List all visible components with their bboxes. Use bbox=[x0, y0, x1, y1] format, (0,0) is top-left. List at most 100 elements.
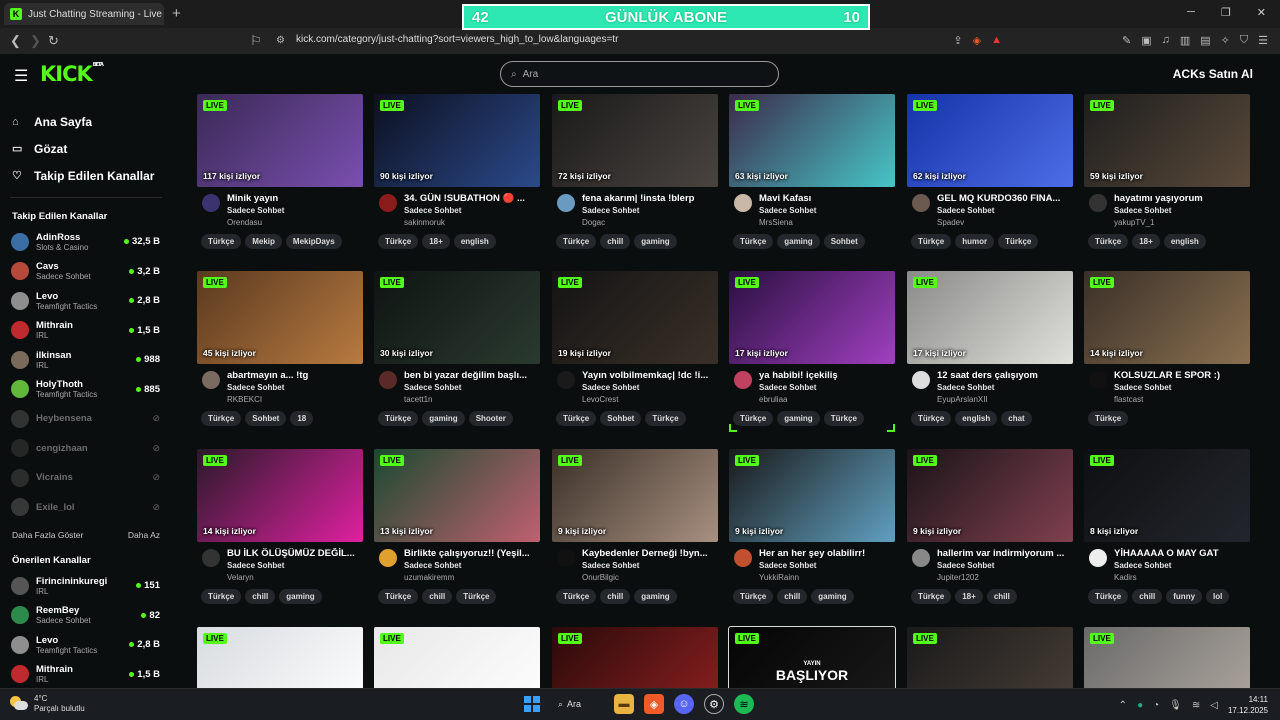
stream-category[interactable]: Sadece Sohbet bbox=[582, 206, 718, 215]
network-icon[interactable]: ◔ bbox=[1153, 700, 1159, 711]
stream-title[interactable]: 12 saat ders çalışıyom bbox=[937, 370, 1073, 381]
stream-thumbnail[interactable]: LIVE 14 kişi izliyor bbox=[197, 449, 363, 542]
stream-thumbnail[interactable]: LIVE 17 kişi izliyor bbox=[729, 271, 895, 364]
stream-thumbnail[interactable]: LIVE 9 kişi izliyor bbox=[907, 449, 1073, 542]
tag-chip[interactable]: MekipDays bbox=[285, 234, 342, 249]
tag-chip[interactable]: Türkçe bbox=[911, 411, 952, 426]
stream-category[interactable]: Sadece Sohbet bbox=[227, 383, 363, 392]
stream-card[interactable]: LIVE 17 kişi izliyor 12 saat ders çalışıyo… bbox=[907, 271, 1073, 426]
stream-title[interactable]: Birlikte çalışıyoruz!! (Yeşil... bbox=[404, 548, 540, 559]
stream-category[interactable]: Sadece Sohbet bbox=[404, 206, 540, 215]
stream-card[interactable]: LIVE 8 kişi izliyor YİHAAAAA O MAY GAT Sade… bbox=[1084, 449, 1250, 604]
stream-title[interactable]: hallerim var indirmiyorum ... bbox=[937, 548, 1073, 559]
stream-thumbnail[interactable]: LIVE 62 kişi izliyor bbox=[907, 94, 1073, 187]
stream-category[interactable]: Sadece Sohbet bbox=[937, 206, 1073, 215]
minimize-button[interactable]: ─ bbox=[1187, 6, 1195, 19]
streamer-name[interactable]: RKBEKCI bbox=[227, 395, 363, 404]
clock[interactable]: 14:11 17.12.2025 bbox=[1228, 694, 1268, 716]
stream-category[interactable]: Sadece Sohbet bbox=[582, 383, 718, 392]
wifi-icon[interactable]: ≋ bbox=[1192, 700, 1200, 711]
extensions-icon[interactable]: ✎ bbox=[1122, 34, 1131, 47]
discord-icon[interactable]: ☺ bbox=[674, 694, 694, 714]
stream-category[interactable]: Sadece Sohbet bbox=[227, 206, 363, 215]
kick-logo[interactable]: KICKBETA bbox=[40, 62, 104, 86]
stream-title[interactable]: YİHAAAAA O MAY GAT bbox=[1114, 548, 1250, 559]
stream-card[interactable]: LIVE 9 kişi izliyor Kaybedenler Derneği !b… bbox=[552, 449, 718, 604]
recommended-channel-mithrain[interactable]: Mithrain IRL 1,5 B bbox=[0, 660, 172, 689]
stream-title[interactable]: abartmayın a... !tg bbox=[227, 370, 363, 381]
tag-chip[interactable]: english bbox=[453, 234, 496, 249]
url-input[interactable]: kick.com/category/just-chatting?sort=vie… bbox=[296, 34, 618, 45]
brave-browser-icon[interactable]: ◈ bbox=[644, 694, 664, 714]
streamer-avatar[interactable] bbox=[379, 549, 397, 567]
followed-channel-holythoth[interactable]: HolyThoth Teamfight Tactics 885 bbox=[0, 375, 172, 405]
menu-icon[interactable]: ☰ bbox=[1258, 34, 1268, 47]
tag-chip[interactable]: gaming bbox=[777, 234, 820, 249]
streamer-name[interactable]: tacett1n bbox=[404, 395, 540, 404]
streamer-name[interactable]: ebruliaa bbox=[759, 395, 895, 404]
stream-thumbnail[interactable]: LIVE 72 kişi izliyor bbox=[552, 94, 718, 187]
recommended-channel-firincininkuregi[interactable]: Firincininkuregi IRL 151 bbox=[0, 571, 172, 601]
stream-thumbnail[interactable]: LIVE 13 kişi izliyor bbox=[374, 449, 540, 542]
screenshot-icon[interactable]: ▣ bbox=[1141, 34, 1151, 47]
stream-thumbnail[interactable]: LIVE 14 kişi izliyor bbox=[1084, 271, 1250, 364]
offline-channel-heybensena[interactable]: Heybensena ⊘ bbox=[0, 404, 172, 434]
streamer-avatar[interactable] bbox=[1089, 371, 1107, 389]
weather-widget[interactable]: 4°C Parçalı bulutlu bbox=[10, 694, 85, 714]
tag-chip[interactable]: Türkçe bbox=[733, 411, 774, 426]
stream-title[interactable]: ben bi yazar değilim başlı... bbox=[404, 370, 540, 381]
site-settings-icon[interactable]: ⚙ bbox=[276, 35, 285, 46]
stream-category[interactable]: Sadece Sohbet bbox=[937, 383, 1073, 392]
tag-chip[interactable]: Sohbet bbox=[823, 234, 865, 249]
show-more-button[interactable]: Daha Fazla Göster bbox=[12, 530, 83, 540]
nav-home[interactable]: ⌂ Ana Sayfa bbox=[12, 108, 172, 135]
tag-chip[interactable]: Türkçe bbox=[556, 234, 597, 249]
streamer-name[interactable]: Dogac bbox=[582, 218, 718, 227]
streamer-name[interactable]: sakinmoruk bbox=[404, 218, 540, 227]
stream-card[interactable]: LIVE 62 kişi izliyor GEL MQ KURDO360 FINA.… bbox=[907, 94, 1073, 249]
new-tab-button[interactable]: + bbox=[172, 5, 181, 22]
ai-icon[interactable]: ✧ bbox=[1221, 34, 1230, 47]
streamer-name[interactable]: Velaryn bbox=[227, 573, 363, 582]
tag-chip[interactable]: chat bbox=[1001, 411, 1032, 426]
streamer-name[interactable]: flastcast bbox=[1114, 395, 1250, 404]
stream-title[interactable]: Yayın volbilmemkaç| !dc !i... bbox=[582, 370, 718, 381]
share-icon[interactable]: ⇪ bbox=[953, 34, 962, 47]
streamer-avatar[interactable] bbox=[912, 371, 930, 389]
stream-thumbnail[interactable]: LIVE bbox=[907, 627, 1073, 688]
offline-channel-cengizhaan[interactable]: cengizhaan ⊘ bbox=[0, 434, 172, 464]
tag-chip[interactable]: Türkçe bbox=[911, 589, 952, 604]
stream-thumbnail[interactable]: LIVE YAYIN BAŞLIYOR bbox=[728, 626, 896, 688]
followed-channel-adinross[interactable]: AdinRoss Slots & Casino 32,5 B bbox=[0, 227, 172, 257]
stream-category[interactable]: Sadece Sohbet bbox=[1114, 206, 1250, 215]
stream-title[interactable]: Minik yayın bbox=[227, 193, 363, 204]
stream-thumbnail[interactable]: LIVE 117 kişi izliyor bbox=[197, 94, 363, 187]
tag-chip[interactable]: Mekip bbox=[245, 234, 282, 249]
stream-title[interactable]: ya habibi! içekiliş bbox=[759, 370, 895, 381]
stream-title[interactable]: 34. GÜN !SUBATHON 🔴 ... bbox=[404, 193, 540, 204]
stream-category[interactable]: Sadece Sohbet bbox=[1114, 383, 1250, 392]
volume-icon[interactable]: ◁ bbox=[1210, 700, 1218, 711]
stream-thumbnail[interactable]: LIVE 9 kişi izliyor bbox=[552, 449, 718, 542]
stream-thumbnail[interactable]: LIVE 63 kişi izliyor bbox=[729, 94, 895, 187]
stream-card[interactable]: LIVE 13 kişi izliyor Birlikte çalışıyoruz!… bbox=[374, 449, 540, 604]
tag-chip[interactable]: humor bbox=[955, 234, 995, 249]
tag-chip[interactable]: Türkçe bbox=[823, 411, 864, 426]
steam-icon[interactable]: ⚙ bbox=[704, 694, 724, 714]
browser-tab[interactable]: K Just Chatting Streaming - Live St ✕ bbox=[4, 3, 164, 25]
streamer-avatar[interactable] bbox=[557, 371, 575, 389]
streamer-avatar[interactable] bbox=[1089, 194, 1107, 212]
streamer-avatar[interactable] bbox=[202, 194, 220, 212]
stream-card[interactable]: LIVE 17 kişi izliyor ya habibi! içekiliş Sa… bbox=[729, 271, 895, 426]
tag-chip[interactable]: Türkçe bbox=[733, 589, 774, 604]
stream-category[interactable]: Sadece Sohbet bbox=[227, 561, 363, 570]
tag-chip[interactable]: chill bbox=[986, 589, 1017, 604]
tag-chip[interactable]: Sohbet bbox=[600, 411, 642, 426]
streamer-name[interactable]: Spadev bbox=[937, 218, 1073, 227]
bookmark-icon[interactable]: ⚐ bbox=[250, 33, 262, 49]
tag-chip[interactable]: Türkçe bbox=[556, 589, 597, 604]
tag-chip[interactable]: gaming bbox=[777, 411, 820, 426]
offline-channel-exile_lol[interactable]: Exile_lol ⊘ bbox=[0, 493, 172, 523]
tag-chip[interactable]: Türkçe bbox=[378, 234, 419, 249]
streamer-name[interactable]: Kadirs bbox=[1114, 573, 1250, 582]
